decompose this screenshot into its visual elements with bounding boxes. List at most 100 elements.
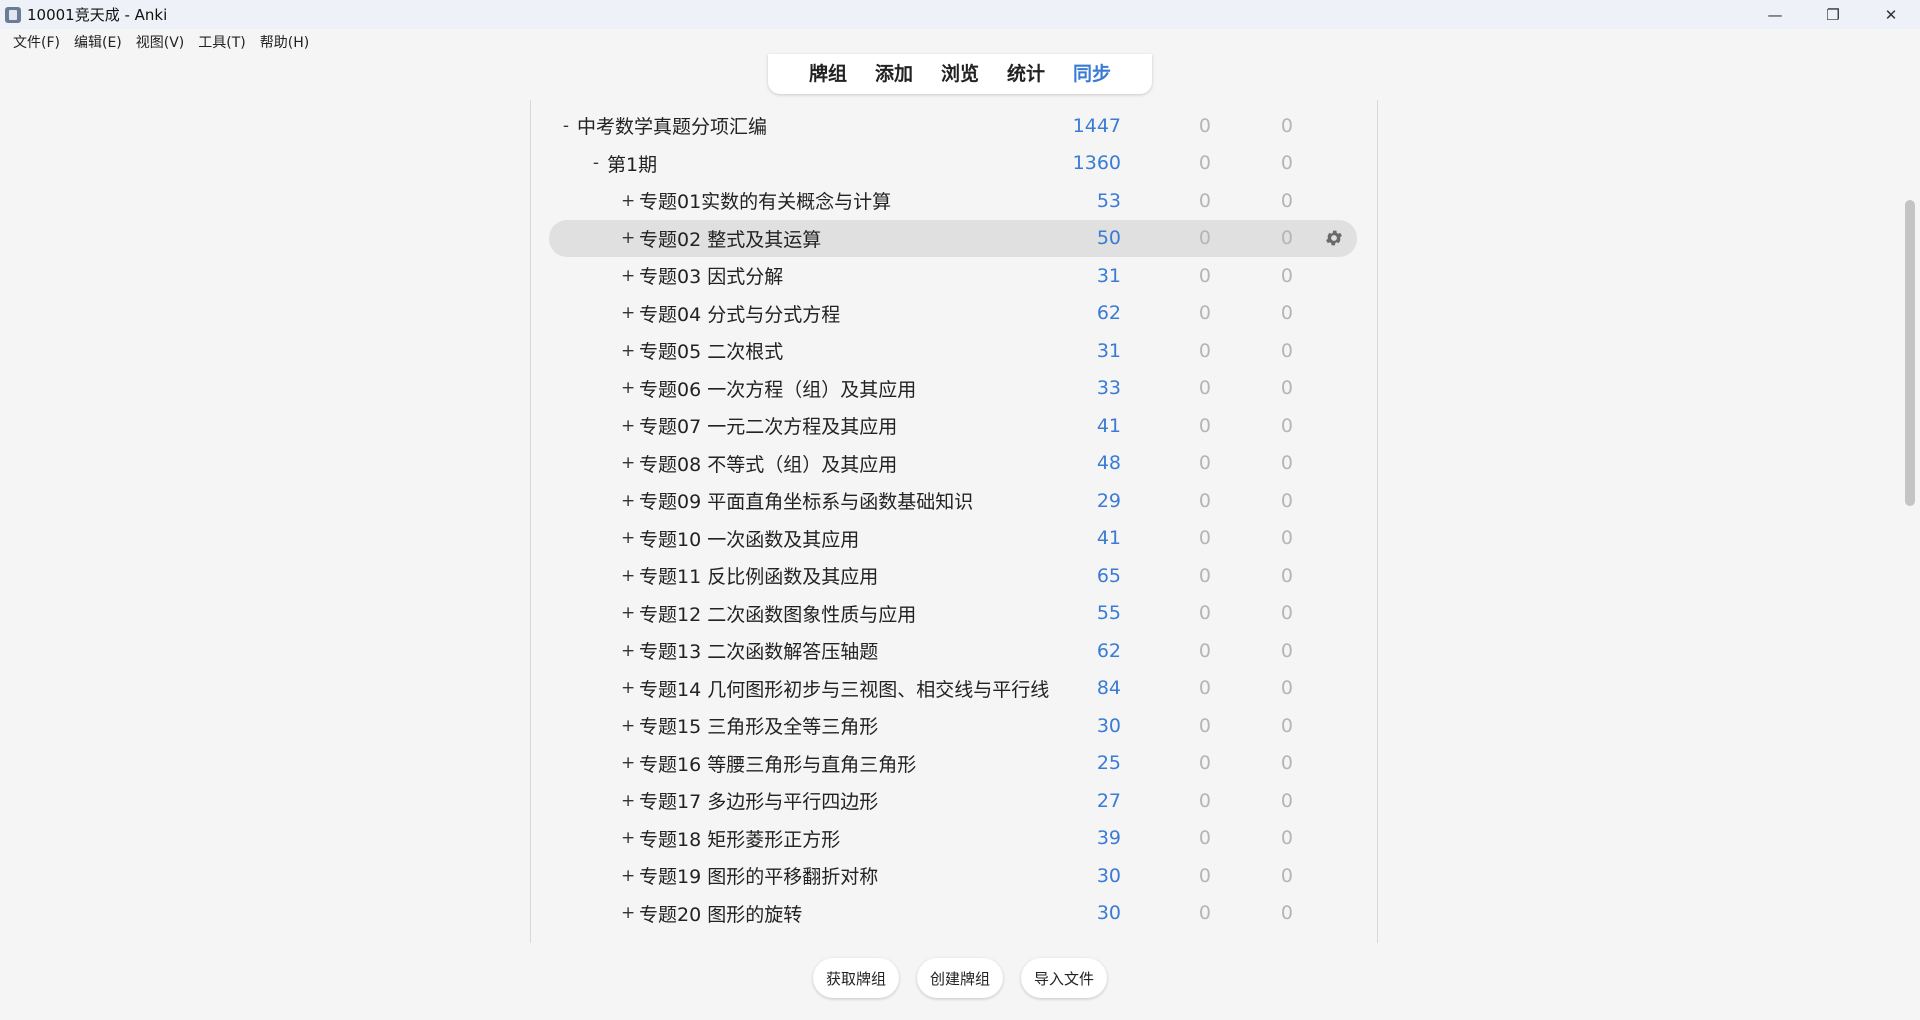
- expand-toggle[interactable]: +: [621, 791, 635, 811]
- deck-row[interactable]: + 专题01实数的有关概念与计算 53 0 0: [549, 182, 1357, 219]
- get-shared-decks-button[interactable]: 获取牌组: [812, 958, 899, 998]
- deck-name-link[interactable]: 专题06 一次方程（组）及其应用: [639, 375, 916, 402]
- expand-toggle[interactable]: +: [621, 828, 635, 848]
- learn-count: 0: [1198, 827, 1211, 849]
- expand-toggle[interactable]: +: [621, 191, 635, 211]
- deck-row[interactable]: + 专题04 分式与分式方程 62 0 0: [549, 295, 1357, 332]
- deck-row[interactable]: + 专题09 平面直角坐标系与函数基础知识 29 0 0: [549, 482, 1357, 519]
- deck-name-link[interactable]: 中考数学真题分项汇编: [577, 112, 767, 139]
- deck-name-link[interactable]: 专题12 二次函数图象性质与应用: [639, 600, 916, 627]
- deck-name-link[interactable]: 专题07 一元二次方程及其应用: [639, 412, 897, 439]
- deck-name-link[interactable]: 专题10 一次函数及其应用: [639, 525, 859, 552]
- toolbar-decks[interactable]: 牌组: [795, 54, 861, 94]
- deck-name-link[interactable]: 第1期: [607, 150, 657, 177]
- expand-toggle[interactable]: +: [621, 416, 635, 436]
- menu-file[interactable]: 文件(F): [6, 32, 67, 52]
- new-count: 39: [1096, 827, 1121, 849]
- deck-row[interactable]: + 专题14 几何图形初步与三视图、相交线与平行线 84 0 0: [549, 670, 1357, 707]
- deck-name-link[interactable]: 专题08 不等式（组）及其应用: [639, 450, 897, 477]
- deck-row[interactable]: - 中考数学真题分项汇编 1447 0 0: [549, 107, 1357, 144]
- review-count: 0: [1280, 489, 1293, 512]
- deck-row[interactable]: - 第1期 1360 0 0: [549, 145, 1357, 182]
- deck-name-link[interactable]: 专题20 图形的旋转: [639, 900, 802, 927]
- scrollbar-thumb[interactable]: [1905, 200, 1915, 506]
- learn-count: 0: [1198, 152, 1211, 174]
- deck-row[interactable]: + 专题06 一次方程（组）及其应用 33 0 0: [549, 370, 1357, 407]
- deck-row[interactable]: + 专题05 二次根式 31 0 0: [549, 332, 1357, 369]
- expand-toggle[interactable]: +: [621, 641, 635, 661]
- deck-row[interactable]: + 专题19 图形的平移翻折对称 30 0 0: [549, 857, 1357, 894]
- deck-name-link[interactable]: 专题04 分式与分式方程: [639, 300, 840, 327]
- menu-view[interactable]: 视图(V): [129, 32, 192, 52]
- expand-toggle[interactable]: +: [621, 491, 635, 511]
- menu-tools[interactable]: 工具(T): [191, 32, 252, 52]
- deck-name-link[interactable]: 专题13 二次函数解答压轴题: [639, 637, 878, 664]
- new-count: 30: [1096, 864, 1121, 887]
- collapse-toggle[interactable]: -: [559, 116, 573, 136]
- deck-name-link[interactable]: 专题02 整式及其运算: [639, 225, 821, 252]
- expand-toggle[interactable]: +: [621, 303, 635, 323]
- deck-name-link[interactable]: 专题17 多边形与平行四边形: [639, 787, 878, 814]
- menu-help[interactable]: 帮助(H): [253, 32, 316, 52]
- close-button[interactable]: ✕: [1862, 0, 1920, 29]
- expand-toggle[interactable]: +: [621, 266, 635, 286]
- collapse-toggle[interactable]: -: [589, 153, 603, 173]
- deck-name-link[interactable]: 专题18 矩形菱形正方形: [639, 825, 840, 852]
- toolbar-sync[interactable]: 同步: [1059, 54, 1125, 94]
- deck-name-link[interactable]: 专题03 因式分解: [639, 262, 783, 289]
- deck-row[interactable]: + 专题11 反比例函数及其应用 65 0 0: [549, 557, 1357, 594]
- learn-count: 0: [1198, 789, 1211, 812]
- expand-toggle[interactable]: +: [621, 716, 635, 736]
- deck-name-link[interactable]: 专题05 二次根式: [639, 337, 783, 364]
- expand-toggle[interactable]: +: [621, 753, 635, 773]
- expand-toggle[interactable]: +: [621, 528, 635, 548]
- new-count: 30: [1096, 714, 1121, 737]
- deck-name-link[interactable]: 专题14 几何图形初步与三视图、相交线与平行线: [639, 675, 1049, 702]
- learn-count: 0: [1198, 714, 1211, 737]
- deck-row[interactable]: + 专题08 不等式（组）及其应用 48 0 0: [549, 445, 1357, 482]
- review-count: 0: [1280, 339, 1293, 362]
- deck-row[interactable]: + 专题13 二次函数解答压轴题 62 0 0: [549, 632, 1357, 669]
- deck-name-link[interactable]: 专题01实数的有关概念与计算: [639, 187, 891, 214]
- expand-toggle[interactable]: +: [621, 378, 635, 398]
- deck-name-link[interactable]: 专题19 图形的平移翻折对称: [639, 862, 878, 889]
- restore-button[interactable]: ❐: [1804, 0, 1862, 29]
- deck-row[interactable]: + 专题07 一元二次方程及其应用 41 0 0: [549, 407, 1357, 444]
- deck-name-link[interactable]: 专题15 三角形及全等三角形: [639, 712, 878, 739]
- deck-row[interactable]: + 专题12 二次函数图象性质与应用 55 0 0: [549, 595, 1357, 632]
- learn-count: 0: [1198, 264, 1211, 287]
- deck-row[interactable]: + 专题18 矩形菱形正方形 39 0 0: [549, 820, 1357, 857]
- toolbar-stats[interactable]: 统计: [993, 54, 1059, 94]
- new-count: 62: [1096, 639, 1121, 662]
- minimize-button[interactable]: —: [1746, 0, 1804, 29]
- deck-row[interactable]: + 专题10 一次函数及其应用 41 0 0: [549, 520, 1357, 557]
- deck-row[interactable]: + 专题20 图形的旋转 30 0 0: [549, 895, 1357, 932]
- menu-edit[interactable]: 编辑(E): [67, 32, 129, 52]
- main-toolbar: 牌组 添加 浏览 统计 同步: [768, 54, 1152, 94]
- deck-name-link[interactable]: 专题11 反比例函数及其应用: [639, 562, 878, 589]
- learn-count: 0: [1198, 452, 1211, 474]
- import-file-button[interactable]: 导入文件: [1021, 958, 1108, 998]
- deck-row[interactable]: + 专题15 三角形及全等三角形 30 0 0: [549, 707, 1357, 744]
- expand-toggle[interactable]: +: [621, 453, 635, 473]
- expand-toggle[interactable]: +: [621, 903, 635, 923]
- learn-count: 0: [1198, 564, 1211, 587]
- expand-toggle[interactable]: +: [621, 603, 635, 623]
- deck-row[interactable]: + 专题17 多边形与平行四边形 27 0 0: [549, 782, 1357, 819]
- gear-icon[interactable]: [1324, 228, 1344, 248]
- expand-toggle[interactable]: +: [621, 228, 635, 248]
- deck-row[interactable]: + 专题03 因式分解 31 0 0: [549, 257, 1357, 294]
- expand-toggle[interactable]: +: [621, 866, 635, 886]
- expand-toggle[interactable]: +: [621, 566, 635, 586]
- expand-toggle[interactable]: +: [621, 341, 635, 361]
- deck-row-current[interactable]: + 专题02 整式及其运算 50 0 0: [549, 219, 1357, 257]
- deck-row[interactable]: + 专题16 等腰三角形与直角三角形 25 0 0: [549, 745, 1357, 782]
- create-deck-button[interactable]: 创建牌组: [916, 958, 1003, 998]
- expand-toggle[interactable]: +: [621, 678, 635, 698]
- review-count: 0: [1280, 527, 1293, 549]
- toolbar-browse[interactable]: 浏览: [927, 54, 993, 94]
- review-count: 0: [1280, 564, 1293, 587]
- deck-name-link[interactable]: 专题16 等腰三角形与直角三角形: [639, 750, 916, 777]
- toolbar-add[interactable]: 添加: [861, 54, 927, 94]
- deck-name-link[interactable]: 专题09 平面直角坐标系与函数基础知识: [639, 487, 973, 514]
